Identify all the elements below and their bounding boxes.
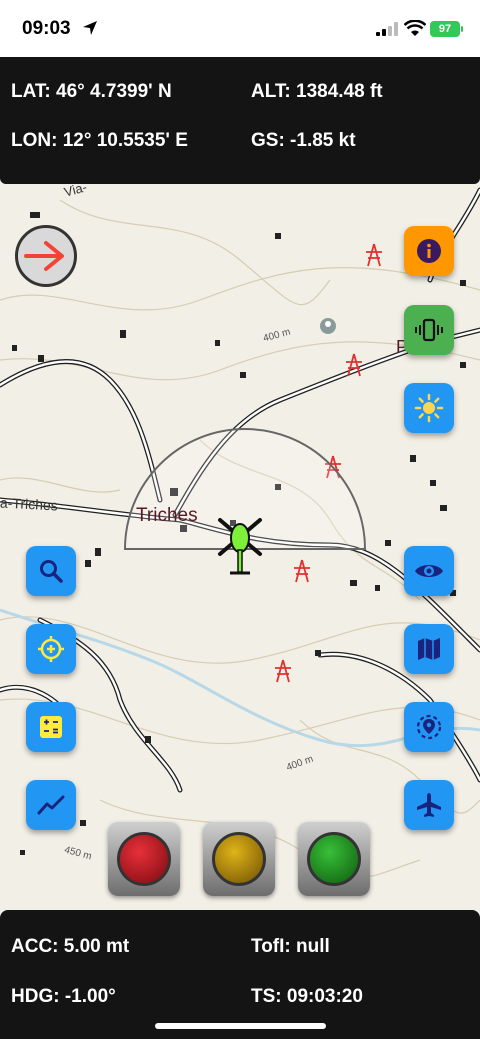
eye-icon: [415, 565, 443, 577]
battery-cap: [461, 26, 463, 32]
chart-icon: [37, 795, 65, 815]
status-time: 09:03: [22, 18, 71, 39]
alt-value: ALT: 1384.48 ft: [251, 81, 383, 102]
telemetry-bottom-panel: ACC: 5.00 mt TofI: null HDG: -1.00° TS: …: [0, 910, 480, 1039]
chart-button[interactable]: [26, 780, 76, 830]
map-layers-button[interactable]: [404, 624, 454, 674]
info-icon: [417, 239, 441, 263]
gs-value: GS: -1.85 kt: [251, 130, 356, 151]
vibration-button[interactable]: [404, 305, 454, 355]
calculator-icon: [40, 716, 62, 738]
lon-value: LON: 12° 10.5535' E: [11, 130, 188, 151]
telemetry-top-panel: LAT: 46° 4.7399' N ALT: 1384.48 ft LON: …: [0, 57, 480, 184]
location-button[interactable]: [404, 702, 454, 752]
status-light-red[interactable]: [108, 822, 180, 896]
helicopter-marker-icon: [218, 518, 262, 575]
yellow-light-bulb: [212, 832, 266, 886]
add-location-button[interactable]: [26, 624, 76, 674]
acc-value: ACC: 5.00 mt: [11, 936, 130, 957]
locate-icon: [38, 636, 64, 662]
map-label-via-triches: a-Triches: [0, 494, 59, 514]
brightness-button[interactable]: [404, 383, 454, 433]
airplane-button[interactable]: [404, 780, 454, 830]
status-bar: 09:03 97: [0, 0, 480, 58]
green-light-bulb: [307, 832, 361, 886]
tofl-value: TofI: null: [251, 936, 330, 957]
location-icon: [416, 714, 442, 740]
calculator-button[interactable]: [26, 702, 76, 752]
airplane-icon: [417, 793, 441, 817]
map-label-triches: Triches: [136, 505, 198, 526]
red-light-bulb: [117, 832, 171, 886]
signal-icon: [376, 22, 398, 36]
hdg-value: HDG: -1.00°: [11, 986, 116, 1007]
arrow-right-icon: [24, 241, 64, 271]
search-icon: [40, 560, 63, 583]
compass-button[interactable]: [15, 225, 77, 287]
brightness-icon: [414, 393, 444, 423]
home-indicator[interactable]: [155, 1023, 326, 1029]
status-light-green[interactable]: [298, 822, 370, 896]
info-button[interactable]: [404, 226, 454, 276]
ts-value: TS: 09:03:20: [251, 986, 363, 1007]
status-light-yellow[interactable]: [203, 822, 275, 896]
vibration-icon: [415, 318, 443, 342]
battery-icon: 97: [430, 21, 460, 37]
visibility-button[interactable]: [404, 546, 454, 596]
lat-value: LAT: 46° 4.7399' N: [11, 81, 172, 102]
wifi-icon: [404, 20, 426, 36]
location-arrow-icon: [83, 21, 97, 35]
search-button[interactable]: [26, 546, 76, 596]
map-icon: [418, 638, 440, 660]
